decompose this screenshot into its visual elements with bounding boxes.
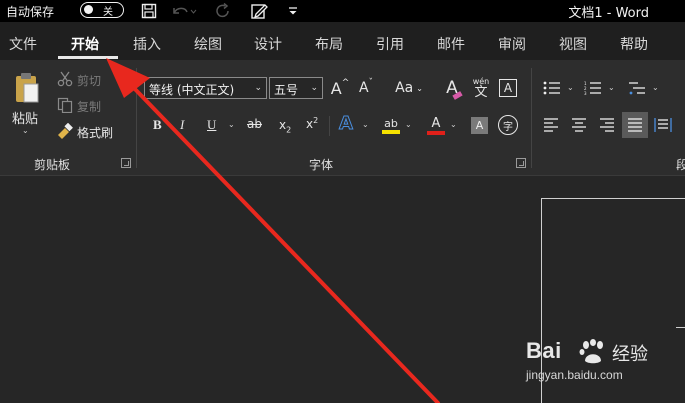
italic-button[interactable]: I [180, 117, 184, 133]
ribbon-tabs: 文件 开始 插入 绘图 设计 布局 引用 邮件 审阅 视图 帮助 [0, 22, 685, 60]
title-bar: 自动保存 关 文档1 - Word [0, 0, 685, 22]
undo-icon[interactable] [168, 1, 198, 21]
text-effects-icon[interactable]: A [339, 113, 354, 135]
edit-document-icon[interactable] [248, 1, 270, 21]
underline-button[interactable]: U [207, 117, 216, 133]
toggle-knob [84, 5, 93, 14]
underline-dropdown-icon[interactable]: ⌄ [228, 120, 235, 129]
font-name-value: 等线 (中文正文) [149, 83, 235, 97]
clipboard-group-label: 剪贴板 [34, 158, 71, 172]
tab-review[interactable]: 审阅 [498, 34, 526, 54]
save-icon[interactable] [138, 1, 160, 21]
font-size-select[interactable]: 五号 ⌄ [269, 77, 323, 99]
justify-icon[interactable] [622, 112, 648, 138]
paragraph-group-label: 段 [676, 158, 685, 172]
group-separator [136, 68, 137, 168]
character-border-icon[interactable]: A [499, 79, 517, 97]
change-case-button[interactable]: Aa ⌄ [390, 77, 428, 99]
font-color-icon[interactable]: A [425, 114, 447, 136]
tab-help[interactable]: 帮助 [620, 34, 648, 54]
paste-icon[interactable] [10, 68, 44, 108]
baidu-watermark: Bai 经验 jingyan.baidu.com [520, 338, 680, 398]
character-shading-icon[interactable]: A [471, 117, 488, 134]
phonetic-guide-icon[interactable]: wén 文 [470, 75, 492, 101]
copy-label[interactable]: 复制 [77, 98, 101, 115]
numbering-icon[interactable]: 123 [582, 79, 604, 97]
redo-icon[interactable] [212, 1, 234, 21]
customize-toolbar-icon[interactable] [284, 1, 302, 21]
tab-references[interactable]: 引用 [376, 34, 404, 54]
ribbon-home: 粘贴 ⌄ 剪切 复制 格式刷 剪贴板 等线 (中文正文) ⌄ 五号 ⌄ A ^ A… [0, 60, 685, 176]
clear-formatting-icon[interactable]: A [441, 76, 463, 100]
document-title: 文档1 - Word [568, 6, 649, 21]
copy-icon[interactable] [56, 96, 74, 114]
font-launcher-icon[interactable] [516, 158, 526, 168]
highlight-dropdown-icon[interactable]: ⌄ [405, 120, 412, 129]
tab-home[interactable]: 开始 [71, 34, 99, 54]
cut-label[interactable]: 剪切 [77, 72, 101, 89]
bullets-dropdown-icon[interactable]: ⌄ [567, 83, 574, 92]
subscript-button[interactable]: x2 [279, 118, 291, 134]
tab-layout[interactable]: 布局 [315, 34, 343, 54]
scissors-icon[interactable] [56, 70, 74, 88]
row-separator [329, 116, 330, 136]
chevron-down-icon: ⌄ [254, 83, 262, 93]
chevron-down-icon: ⌄ [310, 83, 318, 93]
format-painter-icon[interactable] [56, 122, 74, 140]
paste-label[interactable]: 粘贴 [12, 108, 38, 127]
tab-view[interactable]: 视图 [559, 34, 587, 54]
align-right-icon[interactable] [597, 116, 617, 134]
autosave-state: 关 [103, 7, 113, 18]
format-painter-label[interactable]: 格式刷 [77, 124, 113, 141]
multilevel-list-icon[interactable] [626, 79, 648, 97]
font-size-value: 五号 [274, 83, 299, 97]
watermark-jingyan: 经验 [612, 344, 648, 365]
margin-marker [676, 327, 685, 328]
font-color-dropdown-icon[interactable]: ⌄ [450, 120, 457, 129]
autosave-toggle[interactable]: 关 [80, 2, 124, 18]
autosave-label: 自动保存 [6, 5, 55, 19]
highlight-color-icon[interactable]: ab [380, 114, 402, 136]
multilevel-dropdown-icon[interactable]: ⌄ [652, 83, 659, 92]
align-left-icon[interactable] [541, 116, 561, 134]
text-effects-dropdown-icon[interactable]: ⌄ [362, 120, 369, 129]
paste-dropdown-icon[interactable]: ⌄ [22, 126, 29, 135]
watermark-url: jingyan.baidu.com [526, 368, 623, 382]
bold-button[interactable]: B [153, 117, 162, 133]
superscript-button[interactable]: x2 [306, 116, 318, 131]
bullets-icon[interactable] [541, 79, 563, 97]
tab-design[interactable]: 设计 [254, 34, 282, 54]
group-separator [531, 68, 532, 168]
tab-insert[interactable]: 插入 [133, 34, 161, 54]
font-group-label: 字体 [309, 158, 334, 172]
grow-font-icon[interactable]: A ^ [330, 77, 350, 99]
enclose-characters-icon[interactable]: 字 [498, 115, 518, 135]
tab-file[interactable]: 文件 [9, 34, 37, 54]
watermark-brand: Bai [526, 338, 562, 363]
active-tab-indicator [58, 56, 118, 59]
distributed-icon[interactable] [652, 115, 674, 135]
tab-mailings[interactable]: 邮件 [437, 34, 465, 54]
font-name-select[interactable]: 等线 (中文正文) ⌄ [144, 77, 267, 99]
align-center-icon[interactable] [569, 116, 589, 134]
numbering-dropdown-icon[interactable]: ⌄ [608, 83, 615, 92]
tab-draw[interactable]: 绘图 [194, 34, 222, 54]
svg-text:3: 3 [584, 91, 587, 95]
strikethrough-button[interactable]: ab [247, 117, 262, 131]
clipboard-launcher-icon[interactable] [121, 158, 131, 168]
shrink-font-icon[interactable]: Aˇ [356, 77, 376, 99]
paw-logo-icon [579, 339, 603, 364]
